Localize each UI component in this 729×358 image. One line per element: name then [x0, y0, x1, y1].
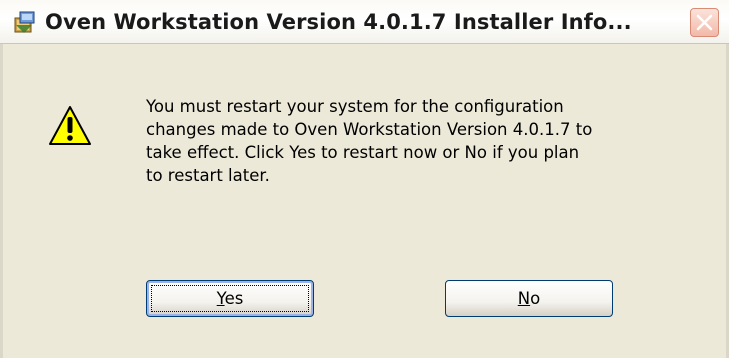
close-icon — [696, 14, 713, 31]
window-left-border — [0, 44, 3, 358]
message-line: take effect. Click Yes to restart now or… — [146, 143, 580, 162]
warning-icon — [48, 104, 92, 148]
no-button[interactable]: No — [445, 280, 613, 317]
dialog-body — [0, 44, 729, 358]
no-accelerator: N — [517, 289, 531, 308]
message-line: changes made to Oven Workstation Version… — [146, 120, 593, 139]
close-button[interactable] — [690, 8, 719, 37]
window-title: Oven Workstation Version 4.0.1.7 Install… — [45, 10, 632, 34]
message-line: You must restart your system for the con… — [146, 97, 564, 116]
no-button-label: No — [518, 289, 540, 308]
yes-label-rest: es — [224, 289, 244, 308]
message-line: to restart later. — [146, 166, 270, 185]
yes-accelerator: Y — [216, 289, 225, 308]
dialog-window: Oven Workstation Version 4.0.1.7 Install… — [0, 0, 729, 358]
no-label-rest: o — [530, 289, 541, 308]
title-bar[interactable]: Oven Workstation Version 4.0.1.7 Install… — [0, 0, 729, 44]
yes-button[interactable]: Yes — [146, 280, 314, 317]
yes-button-label: Yes — [217, 289, 244, 308]
dialog-message: You must restart your system for the con… — [146, 95, 706, 187]
installer-icon — [12, 9, 38, 35]
